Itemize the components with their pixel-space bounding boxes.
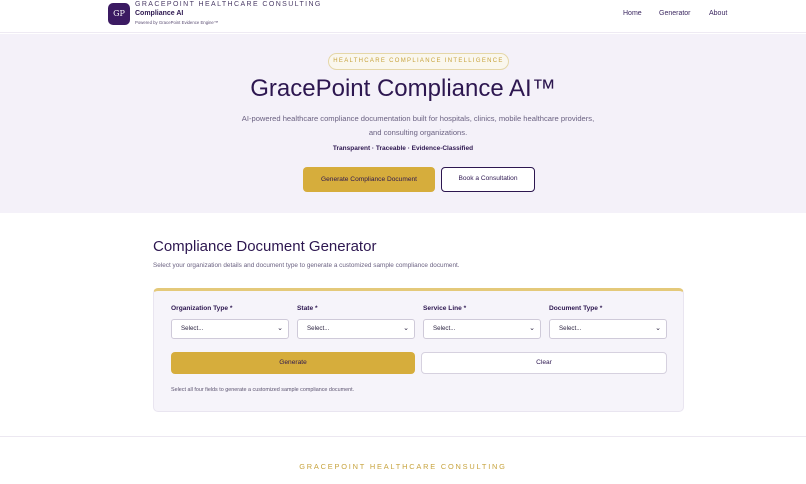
generator-title: Compliance Document Generator: [153, 238, 377, 255]
hero-section: HEALTHCARE COMPLIANCE INTELLIGENCE Grace…: [0, 34, 806, 213]
hero-description: AI-powered healthcare compliance documen…: [241, 114, 595, 137]
document-type-label: Document Type *: [549, 305, 603, 312]
generate-compliance-document-button[interactable]: Generate Compliance Document: [303, 167, 435, 192]
state-select[interactable]: Select... ⌄: [297, 319, 415, 339]
generate-button[interactable]: Generate: [171, 352, 415, 374]
chevron-down-icon: ⌄: [403, 325, 409, 332]
brand-product-name: Compliance AI: [135, 10, 184, 17]
nav-link-home[interactable]: Home: [623, 10, 642, 17]
generator-form-card: [153, 288, 684, 412]
nav-link-about[interactable]: About: [709, 10, 727, 17]
brand-powered-by: Powered by GracePoint Evidence Engine™: [135, 20, 219, 25]
document-type-select[interactable]: Select... ⌄: [549, 319, 667, 339]
footer-divider: [0, 436, 806, 437]
hero-tagline: Transparent · Traceable · Evidence-Class…: [332, 145, 474, 152]
logo-badge[interactable]: GP: [108, 3, 130, 25]
service-line-label: Service Line *: [423, 305, 467, 312]
document-type-value: Select...: [559, 325, 582, 332]
service-line-value: Select...: [433, 325, 456, 332]
service-line-select[interactable]: Select... ⌄: [423, 319, 541, 339]
state-value: Select...: [307, 325, 330, 332]
organization-type-select[interactable]: Select... ⌄: [171, 319, 289, 339]
brand-company-name: GRACEPOINT HEALTHCARE CONSULTING: [135, 1, 322, 8]
generator-subtitle: Select your organization details and doc…: [153, 262, 460, 269]
footer-brand: GRACEPOINT HEALTHCARE CONSULTING: [299, 462, 507, 471]
chevron-down-icon: ⌄: [655, 325, 661, 332]
clear-button[interactable]: Clear: [421, 352, 667, 374]
chevron-down-icon: ⌄: [277, 325, 283, 332]
state-label: State *: [297, 305, 318, 312]
chevron-down-icon: ⌄: [529, 325, 535, 332]
book-consultation-button[interactable]: Book a Consultation: [441, 167, 535, 192]
organization-type-label: Organization Type *: [171, 305, 233, 312]
organization-type-value: Select...: [181, 325, 204, 332]
hero-category-pill: HEALTHCARE COMPLIANCE INTELLIGENCE: [328, 53, 509, 70]
hero-title: GracePoint Compliance AI™: [250, 75, 556, 102]
form-hint-text: Select all four fields to generate a cus…: [171, 387, 355, 393]
nav-link-generator[interactable]: Generator: [659, 10, 691, 17]
top-navigation-bar: GP GRACEPOINT HEALTHCARE CONSULTING Comp…: [0, 0, 806, 33]
